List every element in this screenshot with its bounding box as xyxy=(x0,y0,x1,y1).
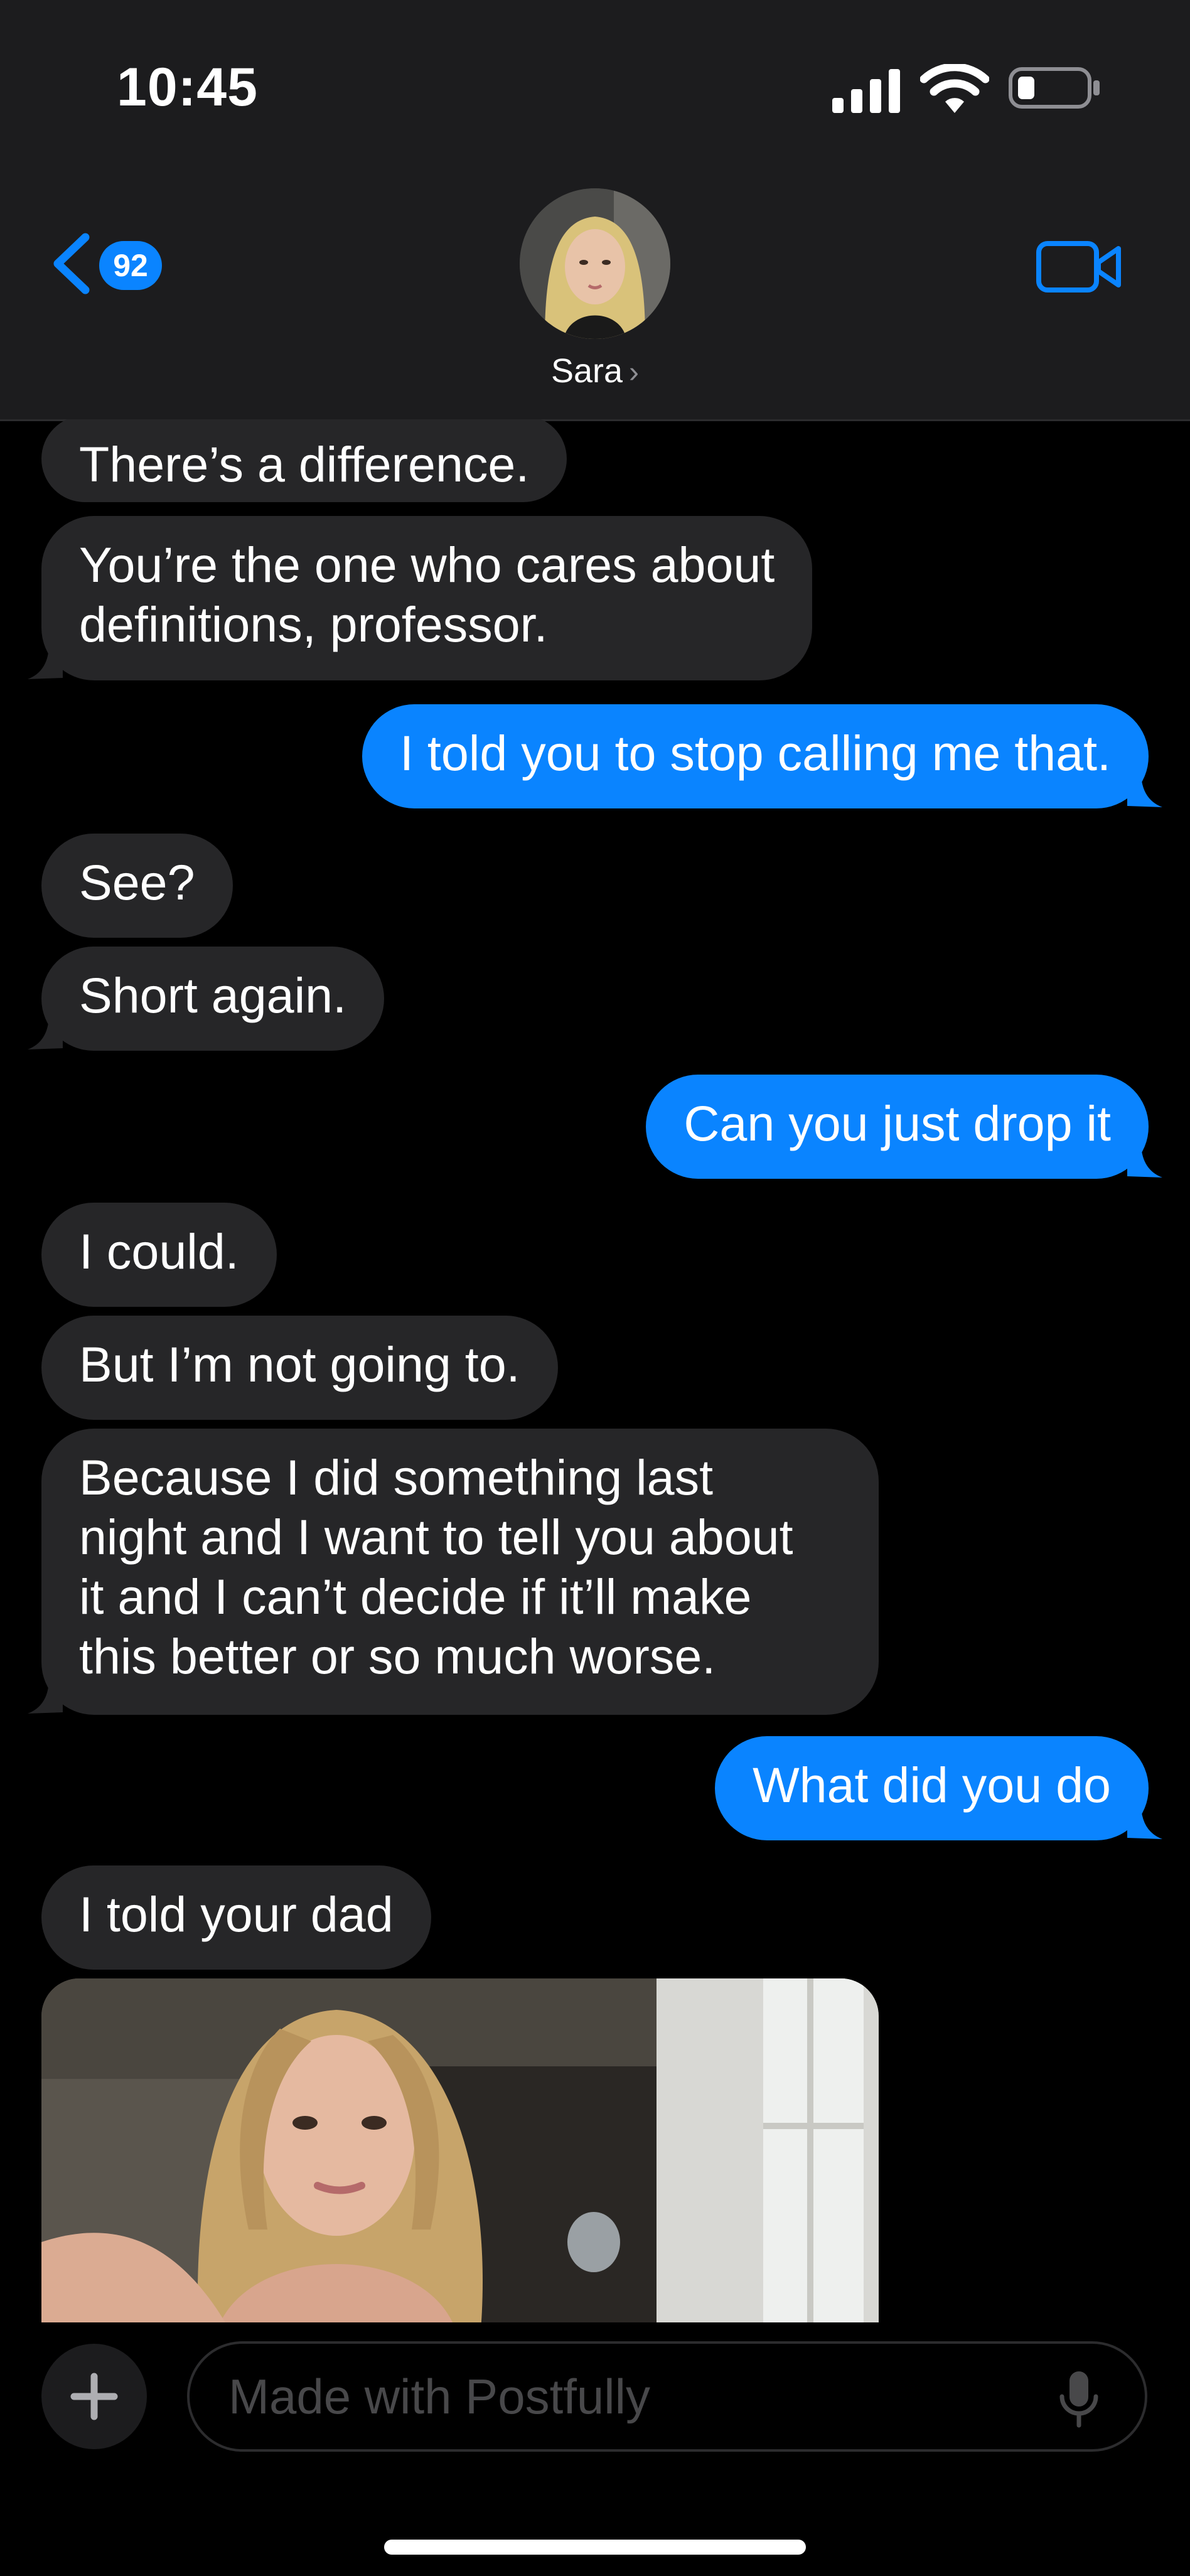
contact-chevron-icon: › xyxy=(629,356,640,389)
back-button[interactable]: 92 xyxy=(49,232,174,295)
home-indicator xyxy=(384,2540,806,2555)
message-bubble-outgoing[interactable]: What did you do xyxy=(715,1736,1149,1840)
message-bubble-incoming[interactable]: There’s a difference. xyxy=(41,419,567,502)
message-bubble-incoming[interactable]: Because I did something last night and I… xyxy=(41,1429,879,1715)
message-bubble-incoming[interactable]: You’re the one who cares about definitio… xyxy=(41,516,813,680)
bubble-tail xyxy=(28,647,63,679)
conversation-header: 10:45 92 Sara › xyxy=(0,0,1190,421)
message-input-placeholder: Made with Postfully xyxy=(228,2369,650,2424)
plus-button[interactable] xyxy=(41,2344,147,2449)
bubble-tail xyxy=(1127,775,1162,807)
battery-icon xyxy=(1009,67,1100,109)
status-time: 10:45 xyxy=(117,57,258,117)
contact-name: Sara xyxy=(550,352,623,390)
plus-icon xyxy=(70,2373,118,2420)
contact-name-button[interactable]: Sara › xyxy=(0,352,1190,390)
message-bubble-incoming[interactable]: Short again. xyxy=(41,947,385,1051)
bubble-tail xyxy=(28,1017,63,1049)
contact-avatar[interactable] xyxy=(520,188,670,339)
composer-bar: Made with Postfully xyxy=(0,2322,1190,2576)
avatar-photo xyxy=(520,188,670,339)
bubble-tail xyxy=(1127,1806,1162,1839)
attachment-image xyxy=(41,1978,879,2322)
message-bubble-incoming[interactable]: See? xyxy=(41,834,233,938)
message-bubble-outgoing[interactable]: I told you to stop calling me that. xyxy=(362,704,1149,808)
bubble-tail xyxy=(28,1681,63,1714)
bubble-tail xyxy=(1127,1145,1162,1178)
signal-icon xyxy=(832,69,900,113)
unread-count-badge: 92 xyxy=(99,241,162,290)
photo-attachment[interactable] xyxy=(41,1978,879,2322)
message-bubble-outgoing[interactable]: Can you just drop it xyxy=(646,1075,1149,1179)
microphone-icon[interactable] xyxy=(1057,2369,1101,2429)
message-thread[interactable]: There’s a difference. You’re the one who… xyxy=(0,419,1190,2322)
message-bubble-incoming[interactable]: I told your dad xyxy=(41,1865,431,1970)
video-call-icon[interactable] xyxy=(1036,239,1123,295)
wifi-icon xyxy=(920,64,989,113)
back-chevron-icon xyxy=(53,233,90,294)
message-input[interactable]: Made with Postfully xyxy=(187,2341,1147,2452)
message-bubble-incoming[interactable]: I could. xyxy=(41,1203,277,1307)
message-bubble-incoming[interactable]: But I’m not going to. xyxy=(41,1316,558,1420)
